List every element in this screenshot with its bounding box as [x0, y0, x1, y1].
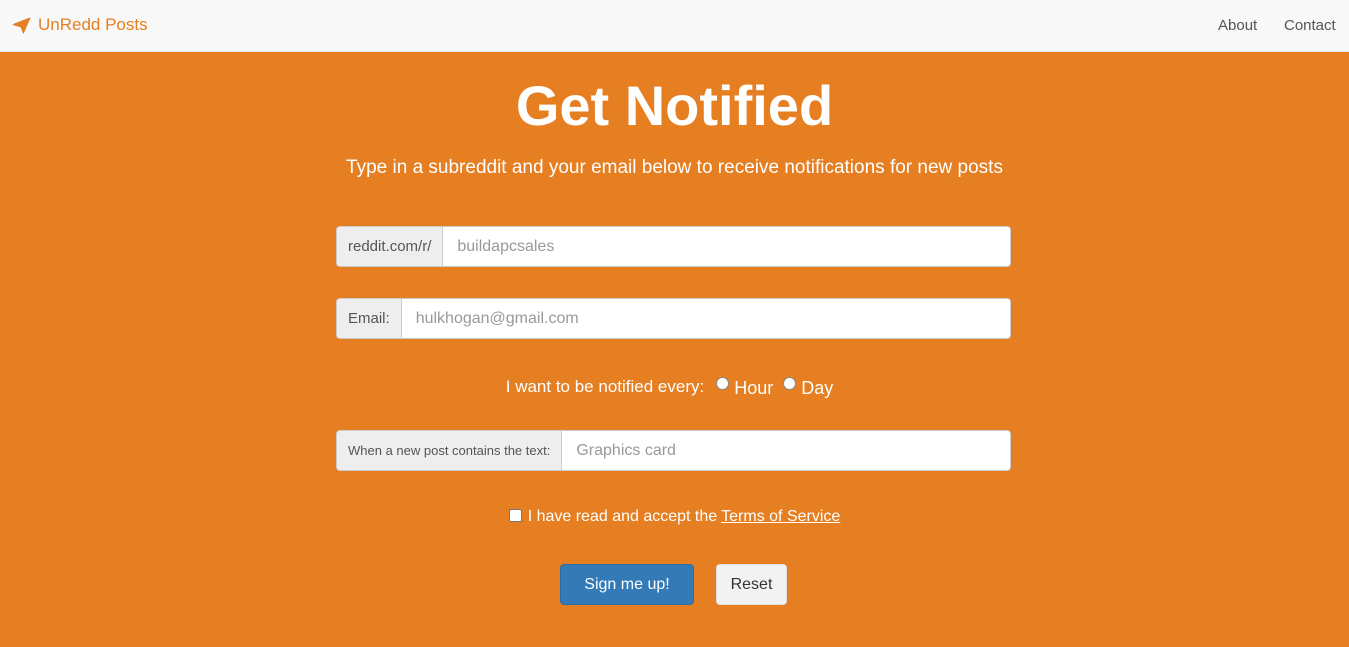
terms-row: I have read and accept the Terms of Serv… — [0, 508, 1349, 526]
subreddit-input-group: reddit.com/r/ — [336, 226, 1011, 267]
frequency-label: I want to be notified every: — [505, 376, 705, 396]
sign-up-button[interactable]: Sign me up! — [560, 564, 694, 605]
terms-text: I have read and accept the — [527, 508, 718, 525]
day-radio-label: Day — [801, 378, 834, 398]
day-radio[interactable] — [783, 377, 797, 390]
frequency-option-day[interactable]: Day — [783, 374, 833, 399]
frequency-option-hour[interactable]: Hour — [716, 374, 773, 399]
terms-checkbox[interactable] — [508, 508, 522, 522]
keyword-prefix: When a new post contains the text: — [337, 431, 563, 470]
paper-plane-icon — [12, 16, 31, 34]
subreddit-prefix: reddit.com/r/ — [337, 227, 444, 266]
frequency-selector: I want to be notified every: Hour Day — [0, 374, 1349, 399]
brand-link[interactable]: UnRedd Posts — [12, 14, 148, 36]
email-input-group: Email: — [336, 298, 1011, 339]
keyword-input[interactable] — [562, 431, 1010, 470]
hour-radio-label: Hour — [734, 378, 774, 398]
subreddit-input[interactable] — [443, 227, 1010, 266]
email-prefix: Email: — [337, 299, 402, 338]
email-input[interactable] — [401, 299, 1010, 338]
hour-radio[interactable] — [716, 377, 730, 390]
nav-contact-link[interactable]: Contact — [1284, 17, 1336, 35]
nav-about-link[interactable]: About — [1218, 17, 1257, 35]
terms-of-service-link[interactable]: Terms of Service — [721, 508, 840, 526]
signup-section: Get Notified Type in a subreddit and you… — [0, 52, 1349, 647]
page-title: Get Notified — [515, 74, 834, 137]
brand-name: UnRedd Posts — [38, 15, 148, 34]
keyword-input-group: When a new post contains the text: — [336, 430, 1011, 471]
page-subtitle: Type in a subreddit and your email below… — [346, 157, 1003, 178]
navbar: UnRedd Posts About Contact — [0, 0, 1349, 52]
reset-button[interactable]: Reset — [716, 564, 787, 605]
